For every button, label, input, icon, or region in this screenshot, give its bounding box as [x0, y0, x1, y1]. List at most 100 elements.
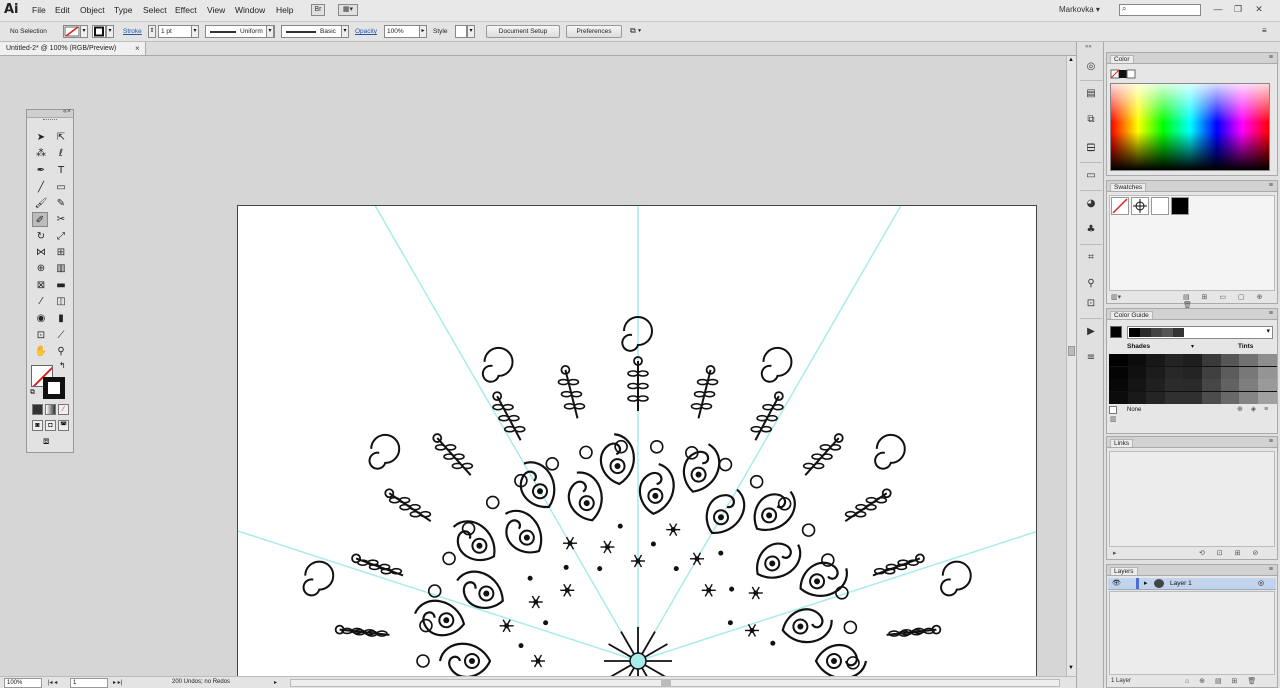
swatch-libraries-icon[interactable]: ▥▾ [1111, 293, 1121, 301]
status-menu-icon[interactable]: ▸ [274, 679, 277, 686]
transparency-icon[interactable]: ▭ [1083, 168, 1099, 184]
none-mode-button[interactable]: ⁄ [58, 404, 69, 415]
panel-collapse-icon[interactable]: «× [63, 108, 71, 115]
color-guide-limit-icon[interactable]: ▥ [1110, 415, 1117, 423]
links-panel-menu-icon[interactable]: ≡ [1269, 438, 1273, 445]
stroke-weight-stepper[interactable]: ⇕ [148, 25, 156, 38]
minimize-button[interactable]: — [1211, 3, 1225, 15]
vertical-scroll-thumb[interactable] [1068, 346, 1075, 356]
shade-cell[interactable] [1183, 379, 1203, 391]
dock-collapse-icon[interactable]: «« [1085, 44, 1092, 50]
document-tab[interactable]: Untitled-2* @ 100% (RGB/Preview) × [0, 42, 146, 56]
shade-cell[interactable] [1164, 354, 1184, 366]
menu-edit[interactable]: Edit [55, 5, 70, 15]
eyedropper-tool-icon[interactable]: ⁄ [33, 294, 49, 309]
search-input[interactable]: ⌕ [1119, 4, 1201, 16]
shade-cell[interactable] [1146, 379, 1166, 391]
shade-cell[interactable] [1202, 354, 1221, 366]
gradient-mode-button[interactable] [45, 404, 56, 415]
fill-color-picker[interactable] [63, 25, 81, 38]
selection-tool-icon[interactable]: ➤ [33, 130, 49, 145]
slice-tool-icon[interactable]: ⟋ [53, 328, 69, 343]
shade-cell[interactable] [1220, 391, 1240, 404]
menu-type[interactable]: Type [114, 5, 132, 15]
screen-mode-icon[interactable]: ⧈ [43, 436, 49, 447]
links-panel-tab[interactable]: Links [1110, 439, 1134, 447]
shade-cell[interactable] [1257, 354, 1277, 366]
opacity-dropdown[interactable]: ▸ [419, 25, 427, 38]
canvas-area[interactable] [0, 56, 1066, 676]
zoom-tool-icon[interactable]: ⚲ [53, 344, 69, 359]
shade-cell[interactable] [1146, 391, 1166, 404]
shade-cell[interactable] [1239, 366, 1259, 379]
base-color-swatch[interactable] [1110, 326, 1122, 338]
shade-cell[interactable] [1109, 354, 1128, 366]
shade-cell[interactable] [1164, 391, 1184, 404]
shade-cell[interactable] [1109, 366, 1128, 379]
shade-cell[interactable] [1146, 366, 1166, 379]
swatch-actions-icons[interactable]: ▤ ⊞ ▭ ▢ ⊕ 🗑 [1183, 293, 1277, 309]
opacity-label[interactable]: Opacity [355, 28, 377, 35]
perspective-grid-tool-icon[interactable]: ▥ [53, 261, 69, 276]
shade-cell[interactable] [1109, 391, 1128, 404]
vertical-scrollbar[interactable]: ▲ ▼ [1066, 56, 1076, 676]
menu-effect[interactable]: Effect [175, 5, 197, 15]
rotate-tool-icon[interactable]: ↻ [33, 229, 49, 244]
draw-behind-icon[interactable]: ◘ [45, 420, 56, 431]
color-guide-panel-tab[interactable]: Color Guide [1110, 311, 1153, 319]
layers-stack-icon[interactable]: ⧉ [1083, 112, 1099, 128]
document-tab-close-button[interactable]: × [135, 44, 140, 53]
menu-file[interactable]: File [32, 5, 46, 15]
variable-width-profile[interactable]: Uniform [205, 25, 275, 38]
shade-cell[interactable] [1109, 379, 1128, 391]
shade-cell[interactable] [1202, 391, 1221, 404]
blob-brush-tool-icon[interactable]: ✐ [32, 212, 48, 227]
harmony-rules-dropdown[interactable]: ▾ [1127, 326, 1273, 339]
tools-panel-header[interactable]: «× [27, 108, 73, 118]
scroll-down-arrow[interactable]: ▼ [1068, 665, 1074, 671]
preferences-button[interactable]: Preferences [566, 25, 622, 38]
links-show-info-icon[interactable]: ▸ [1113, 549, 1117, 557]
style-swatch[interactable] [455, 25, 467, 38]
stroke-color-picker[interactable] [92, 25, 106, 38]
default-colors-icon[interactable]: ⧉ [30, 389, 35, 397]
artboard-tool-icon[interactable]: ⊡ [33, 328, 49, 343]
shade-cell[interactable] [1127, 379, 1147, 391]
swatches-panel-tab[interactable]: Swatches [1110, 183, 1147, 191]
color-guide-menu-icon[interactable]: ≡ [1269, 310, 1273, 317]
links-actions-icons[interactable]: ⟲ ⊡ ⊞ ⊘ [1199, 549, 1263, 557]
shade-grid[interactable] [1109, 354, 1277, 404]
shade-cell[interactable] [1257, 391, 1277, 404]
color-guide-footer-icons[interactable]: ⊕ ◈ ≡ [1237, 405, 1271, 413]
magic-wand-tool-icon[interactable]: ⁂ [33, 146, 49, 161]
layer-target-icon[interactable]: ◎ [1258, 579, 1264, 587]
bridge-icon[interactable]: Br [311, 4, 325, 16]
maximize-button[interactable]: ❐ [1231, 3, 1245, 15]
layer-name[interactable]: Layer 1 [1170, 580, 1192, 587]
zoom-field[interactable]: 100% [4, 678, 42, 688]
rectangle-tool-icon[interactable]: ▭ [53, 180, 69, 195]
tools-grip[interactable] [43, 119, 57, 121]
color-panel-menu-icon[interactable]: ≡ [1269, 54, 1273, 61]
menu-help[interactable]: Help [276, 5, 293, 15]
shade-cell[interactable] [1220, 379, 1240, 391]
eye-icon[interactable]: 👁 [1112, 579, 1121, 587]
shade-cell[interactable] [1127, 391, 1147, 404]
layer-row[interactable]: 👁 ▸ Layer 1 ◎ [1108, 578, 1276, 590]
shade-cell[interactable] [1220, 366, 1240, 379]
appearance-icon[interactable]: ◕ [1083, 196, 1099, 212]
layer-expand-icon[interactable]: ▸ [1144, 579, 1148, 587]
workspace-switcher[interactable]: Markovka ▾ [1059, 5, 1100, 14]
blend-tool-icon[interactable]: ◫ [53, 294, 69, 309]
shade-cell[interactable] [1127, 354, 1147, 366]
color-mode-button[interactable] [32, 404, 43, 415]
width-tool-icon[interactable]: ⋈ [33, 245, 49, 260]
line-tool-icon[interactable]: ╱ [33, 180, 49, 195]
stroke-panel-icon[interactable]: ☰ [1083, 141, 1099, 157]
scale-tool-icon[interactable]: ⤢ [53, 229, 69, 244]
pen-tool-icon[interactable]: ✒ [33, 163, 49, 178]
artboard-prev-icon[interactable]: |◂ ◂ [48, 679, 57, 686]
swatch-none[interactable] [1111, 197, 1129, 215]
menu-view[interactable]: View [207, 5, 225, 15]
artboard-next-icon[interactable]: ▸ ▸| [113, 679, 122, 686]
